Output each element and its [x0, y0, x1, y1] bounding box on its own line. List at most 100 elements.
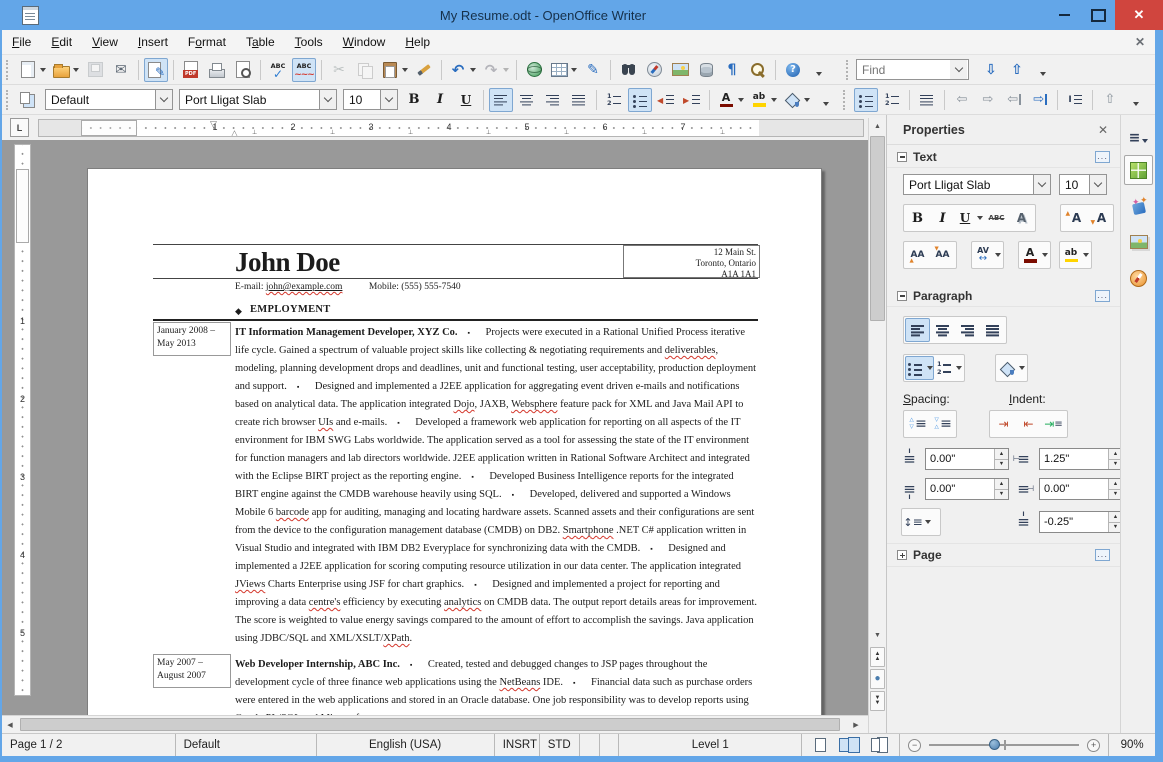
menu-format[interactable]: Format	[178, 31, 236, 53]
vertical-scrollbar[interactable]: ▲ ▼ ▲ ▲ ● ▼ ▼	[868, 118, 886, 733]
chevron-down-icon[interactable]	[1019, 366, 1025, 370]
document-page[interactable]: John Doe 12 Main St. Toronto, Ontario A1…	[87, 168, 822, 715]
find-toolbar-grip[interactable]	[846, 59, 850, 80]
close-button[interactable]: ✕	[1115, 0, 1163, 30]
close-document-icon[interactable]: ✕	[1135, 35, 1145, 49]
chevron-down-icon[interactable]	[956, 366, 962, 370]
lowercase-button[interactable]	[930, 243, 955, 267]
horizontal-ruler[interactable]: ▽ △ 1 2 3 4 5 6 7 ⊥ ⊥ ⊥ ⊥ ⊥ ⊥ ⊥	[38, 119, 864, 137]
toolbar-overflow-button[interactable]	[814, 88, 838, 112]
justify-button[interactable]	[980, 318, 1005, 342]
formatting-marks-button[interactable]	[720, 58, 744, 82]
align-right-button[interactable]	[541, 88, 565, 112]
before-text-indent-field[interactable]: ▲▼	[1039, 448, 1123, 470]
toolbar-overflow-button[interactable]	[1031, 58, 1055, 82]
collapse-icon[interactable]	[897, 151, 907, 162]
chevron-down-icon[interactable]	[925, 520, 931, 524]
chevron-down-icon[interactable]	[402, 67, 408, 72]
save-button[interactable]	[83, 58, 107, 82]
above-paragraph-spacing-input[interactable]	[926, 449, 994, 469]
document-view[interactable]: 1 2 3 4 5 John Doe 12 Main St. Toronto, Onta…	[2, 140, 868, 715]
chevron-down-icon[interactable]	[319, 90, 336, 109]
book-view-button[interactable]	[865, 733, 893, 757]
after-text-indent-field[interactable]: ▲▼	[1039, 478, 1123, 500]
chevron-down-icon[interactable]	[927, 366, 933, 370]
find-history-dropdown[interactable]	[950, 59, 969, 80]
chevron-down-icon[interactable]	[804, 97, 810, 102]
draw-functions-button[interactable]	[581, 58, 605, 82]
vertical-ruler[interactable]: 1 2 3 4 5	[14, 144, 31, 696]
sidebar-styles-tab[interactable]	[1124, 191, 1153, 221]
font-name-combobox[interactable]: Port Lligat Slab	[179, 89, 337, 110]
menu-file[interactable]: File	[2, 31, 41, 53]
page-more-options-button[interactable]	[1095, 549, 1110, 561]
paragraph-more-options-button[interactable]	[1095, 289, 1110, 302]
chevron-down-icon[interactable]	[73, 67, 79, 72]
page-preview-button[interactable]	[231, 58, 255, 82]
navigation-dot-button[interactable]: ●	[870, 669, 885, 689]
demote-sublevels-button[interactable]	[1028, 88, 1052, 112]
increase-spacing-button[interactable]	[905, 412, 930, 436]
background-color-button[interactable]	[781, 88, 812, 112]
paste-button[interactable]	[379, 58, 410, 82]
toolbar-overflow-button[interactable]	[1124, 88, 1148, 112]
font-color-button[interactable]	[1020, 243, 1049, 267]
italic-button[interactable]	[930, 206, 955, 230]
clone-formatting-button[interactable]	[412, 58, 436, 82]
bullet-list-button[interactable]	[854, 87, 878, 112]
chevron-down-icon[interactable]	[1089, 175, 1106, 194]
list-toolbar-grip[interactable]	[843, 89, 847, 110]
insert-mode-status[interactable]: INSRT	[495, 734, 540, 756]
align-right-button[interactable]	[955, 318, 980, 342]
email-button[interactable]	[109, 58, 133, 82]
bullet-list-button[interactable]	[628, 87, 652, 112]
insert-unnumbered-button[interactable]	[1063, 88, 1087, 112]
promote-level-button[interactable]	[950, 88, 974, 112]
toolbar-grip[interactable]	[6, 89, 10, 110]
language-status[interactable]: English (USA)	[317, 734, 495, 756]
selection-mode-status[interactable]: STD	[540, 734, 580, 756]
italic-button[interactable]	[428, 88, 452, 112]
underline-button[interactable]	[454, 88, 478, 112]
next-page-button[interactable]: ▼ ▼	[870, 691, 885, 711]
increase-font-size-button[interactable]	[1062, 206, 1087, 230]
gallery-button[interactable]	[668, 58, 692, 82]
text-more-options-button[interactable]	[1095, 150, 1110, 163]
zoom-button[interactable]	[746, 58, 770, 82]
bullet-list-button[interactable]	[905, 356, 934, 380]
font-size-combobox[interactable]: 10	[343, 89, 398, 110]
highlighting-button[interactable]	[1061, 243, 1090, 267]
highlighting-button[interactable]	[748, 88, 779, 112]
previous-page-button[interactable]: ▲ ▲	[870, 647, 885, 667]
above-paragraph-spacing-field[interactable]: ▲▼	[925, 448, 1009, 470]
toolbar-overflow-button[interactable]	[807, 58, 831, 82]
auto-spellcheck-button[interactable]	[292, 57, 316, 82]
chevron-down-icon[interactable]	[995, 253, 1001, 257]
menu-table[interactable]: Table	[236, 31, 285, 53]
sidebar-navigator-tab[interactable]	[1124, 263, 1153, 293]
no-list-button[interactable]	[915, 88, 939, 112]
data-sources-button[interactable]	[694, 58, 718, 82]
open-button[interactable]	[50, 58, 81, 82]
numbered-list-button[interactable]	[934, 356, 963, 380]
decrease-indent-button[interactable]	[654, 88, 678, 112]
chevron-down-icon[interactable]	[155, 90, 172, 109]
copy-button[interactable]	[353, 58, 377, 82]
strikethrough-button[interactable]	[984, 206, 1009, 230]
font-color-button[interactable]	[715, 88, 746, 112]
document-modified-status[interactable]	[580, 734, 600, 756]
spellcheck-button[interactable]	[266, 58, 290, 82]
menu-edit[interactable]: Edit	[41, 31, 82, 53]
close-panel-icon[interactable]: ✕	[1098, 123, 1108, 137]
zoom-in-button[interactable]: +	[1087, 738, 1101, 752]
scroll-right-icon[interactable]: ▶	[848, 717, 864, 733]
hanging-indent-button[interactable]	[1041, 412, 1066, 436]
tab-stop-selector[interactable]	[10, 118, 29, 137]
chevron-down-icon[interactable]	[1083, 253, 1089, 257]
chevron-down-icon[interactable]	[470, 67, 476, 72]
increase-indent-p-button[interactable]	[991, 412, 1016, 436]
chevron-down-icon[interactable]	[571, 67, 577, 72]
paragraph-style-combobox[interactable]: Default	[45, 89, 173, 110]
background-color-button[interactable]	[997, 356, 1026, 380]
spinner-arrows[interactable]: ▲ ▼	[994, 479, 1008, 499]
